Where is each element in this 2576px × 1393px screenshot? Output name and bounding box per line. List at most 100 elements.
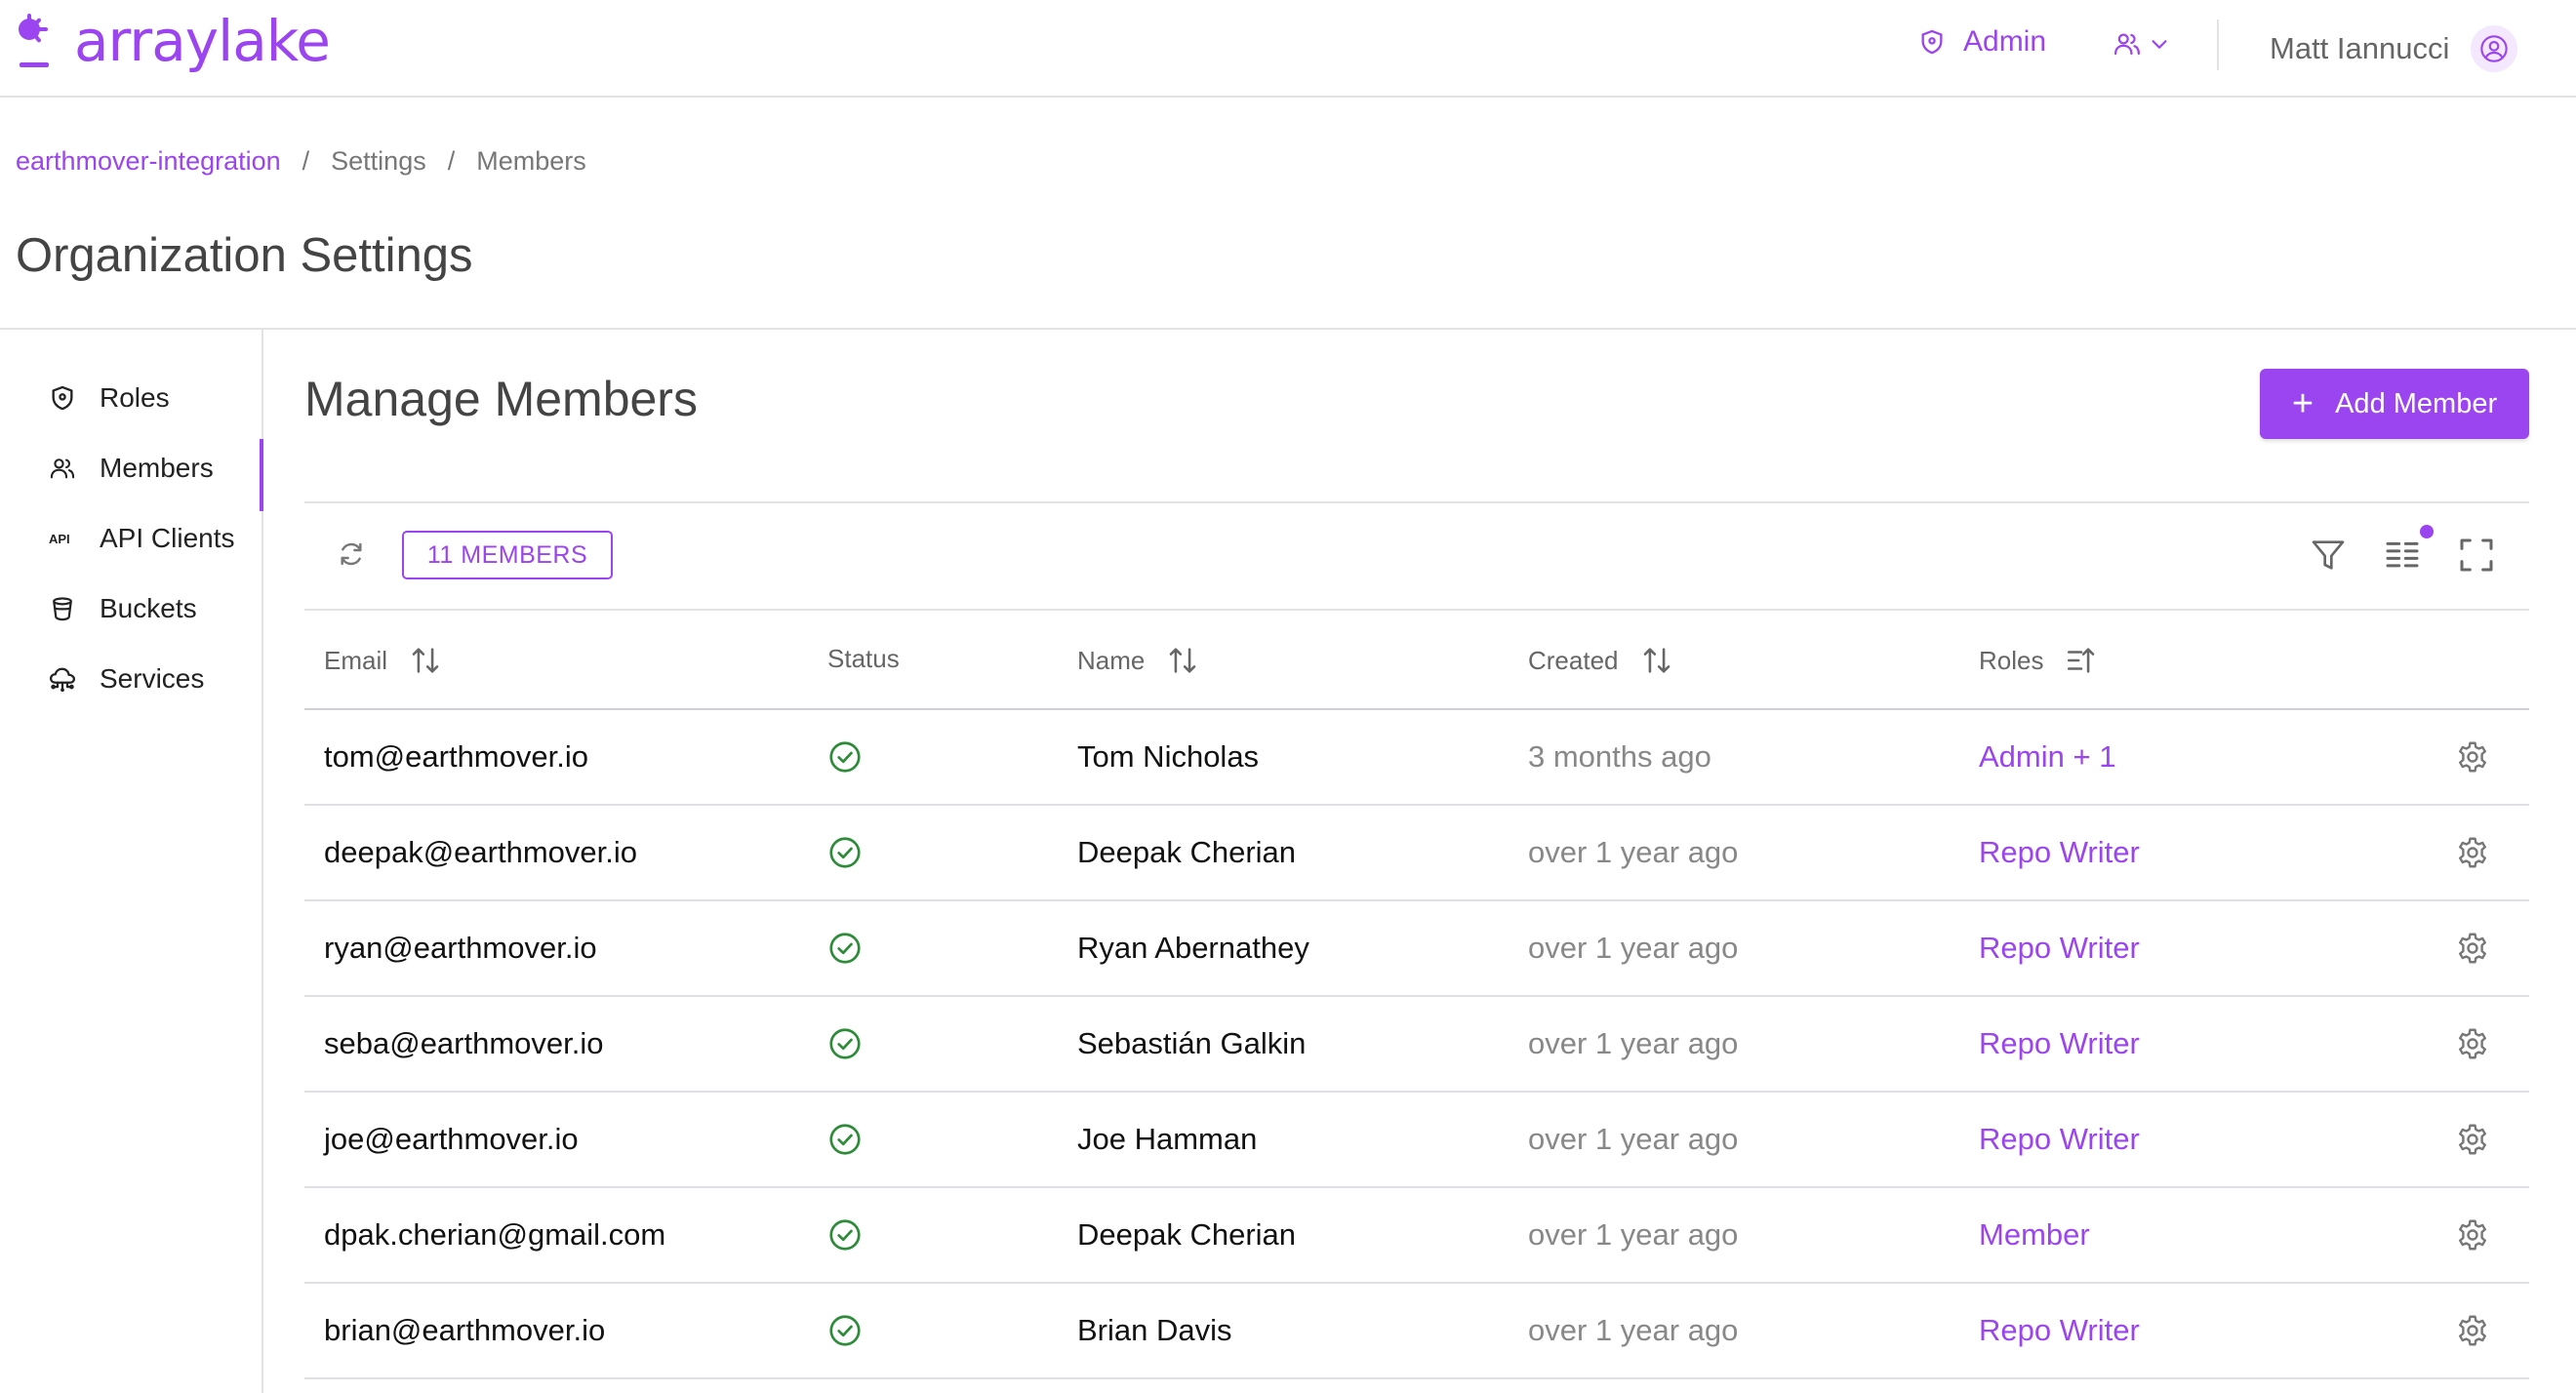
column-label: Email (324, 645, 388, 675)
member-email: tom@earthmover.io (324, 739, 588, 774)
column-label: Created (1528, 645, 1619, 675)
user-menu[interactable]: Matt Iannucci (2270, 25, 2518, 72)
status-active-icon (827, 710, 863, 804)
table-row: tom@earthmover.io Tom Nicholas 3 months ag… (304, 710, 2529, 806)
sidebar-item-buckets[interactable]: Buckets (45, 591, 197, 626)
member-created: over 1 year ago (1528, 1026, 1739, 1060)
shield-icon (45, 380, 80, 416)
member-created: over 1 year ago (1528, 1313, 1739, 1347)
member-email: joe@earthmover.io (324, 1122, 579, 1156)
member-name: Sebastián Galkin (1077, 1026, 1307, 1060)
column-header-roles[interactable]: Roles (1979, 644, 2098, 677)
bucket-icon (45, 591, 80, 626)
users-icon (45, 451, 80, 486)
member-email: dpak.cherian@gmail.com (324, 1217, 666, 1252)
gear-icon[interactable] (2455, 710, 2490, 804)
gear-icon[interactable] (2455, 1284, 2490, 1377)
gear-icon[interactable] (2455, 997, 2490, 1091)
chevron-down-icon (2152, 40, 2167, 49)
column-settings-button[interactable] (2383, 535, 2422, 576)
refresh-button[interactable] (336, 538, 367, 570)
column-header-status: Status (827, 644, 900, 674)
user-name: Matt Iannucci (2270, 31, 2450, 65)
shield-icon (1921, 29, 1943, 55)
admin-link[interactable]: Admin (1918, 25, 2046, 59)
settings-sidebar: Roles Members API API Clients Buckets Se… (0, 330, 263, 1393)
column-header-created[interactable]: Created (1528, 644, 1673, 677)
fullscreen-button[interactable] (2457, 535, 2496, 576)
member-name: Ryan Abernathey (1077, 931, 1309, 965)
sidebar-item-label: Services (100, 663, 205, 694)
table-row: seba@earthmover.io Sebastián Galkin over 1… (304, 997, 2529, 1093)
plus-icon: + (2291, 383, 2314, 424)
notification-dot (2420, 525, 2434, 538)
member-roles-link[interactable]: Repo Writer (1979, 806, 2140, 899)
member-created: over 1 year ago (1528, 1217, 1739, 1252)
gear-icon[interactable] (2455, 1188, 2490, 1282)
api-icon: API (45, 521, 80, 556)
title-divider (0, 328, 2576, 330)
gear-icon[interactable] (2455, 1093, 2490, 1186)
member-email: ryan@earthmover.io (324, 931, 597, 965)
member-roles-link[interactable]: Repo Writer (1979, 1093, 2140, 1186)
breadcrumb-settings[interactable]: Settings (331, 146, 426, 177)
sidebar-item-api-clients[interactable]: API API Clients (45, 521, 235, 556)
member-roles-link[interactable]: Admin + 1 (1979, 710, 2115, 804)
cloud-service-icon (45, 661, 80, 696)
member-name: Brian Davis (1077, 1313, 1232, 1347)
arraylake-logo[interactable]: arraylake (16, 8, 331, 74)
columns-icon (2386, 541, 2419, 568)
table-row: dpak.cherian@gmail.com Deepak Cherian over… (304, 1188, 2529, 1284)
breadcrumb-members: Members (476, 146, 586, 176)
member-name: Joe Hamman (1077, 1122, 1258, 1156)
member-created: over 1 year ago (1528, 835, 1739, 869)
sort-icon[interactable] (409, 644, 442, 677)
top-bar: arraylake Admin Matt Iannucci (0, 0, 2576, 98)
team-switcher-button[interactable] (2112, 29, 2170, 59)
users-icon (2114, 33, 2140, 56)
table-row: deepak@earthmover.io Deepak Cherian over 1… (304, 806, 2529, 901)
sidebar-item-label: API Clients (100, 523, 235, 553)
column-header-email[interactable]: Email (324, 644, 442, 677)
avatar[interactable] (2471, 25, 2518, 72)
breadcrumb-separator: / (302, 146, 310, 176)
status-active-icon (827, 1093, 863, 1186)
add-member-label: Add Member (2335, 387, 2498, 419)
member-roles-link[interactable]: Member (1979, 1188, 2090, 1282)
member-created: over 1 year ago (1528, 1122, 1739, 1156)
sidebar-item-roles[interactable]: Roles (45, 380, 170, 416)
member-created: over 1 year ago (1528, 931, 1739, 965)
section-title: Manage Members (304, 372, 698, 426)
sort-ascending-icon[interactable] (2065, 644, 2098, 677)
gear-icon[interactable] (2455, 806, 2490, 899)
breadcrumb-org-link[interactable]: earthmover-integration (16, 146, 281, 177)
member-roles-link[interactable]: Repo Writer (1979, 1284, 2140, 1377)
gear-icon[interactable] (2455, 901, 2490, 995)
sidebar-item-members[interactable]: Members (45, 451, 214, 486)
status-active-icon (827, 1188, 863, 1282)
table-header: Email Status Name Created Roles (304, 611, 2529, 710)
member-roles-link[interactable]: Repo Writer (1979, 901, 2140, 995)
page-title: Organization Settings (16, 229, 473, 282)
sidebar-item-services[interactable]: Services (45, 661, 204, 696)
admin-label: Admin (1963, 25, 2047, 58)
sort-icon[interactable] (1166, 644, 1199, 677)
column-label: Roles (1979, 645, 2044, 675)
column-label: Name (1077, 645, 1146, 675)
status-active-icon (827, 997, 863, 1091)
add-member-button[interactable]: + Add Member (2260, 369, 2529, 439)
member-name: Tom Nicholas (1077, 739, 1260, 774)
table-row: joe@earthmover.io Joe Hamman over 1 year a… (304, 1093, 2529, 1188)
member-count-badge: 11 MEMBERS (402, 531, 613, 579)
column-header-name[interactable]: Name (1077, 644, 1199, 677)
sort-icon[interactable] (1640, 644, 1673, 677)
column-label: Status (827, 644, 900, 673)
member-name: Deepak Cherian (1077, 835, 1297, 869)
member-email: seba@earthmover.io (324, 1026, 604, 1060)
member-created: 3 months ago (1528, 739, 1711, 774)
svg-text:API: API (49, 532, 70, 546)
member-roles-link[interactable]: Repo Writer (1979, 997, 2140, 1091)
table-row: ryan@earthmover.io Ryan Abernathey over 1 … (304, 901, 2529, 997)
refresh-icon (341, 542, 362, 566)
filter-button[interactable] (2309, 535, 2348, 576)
